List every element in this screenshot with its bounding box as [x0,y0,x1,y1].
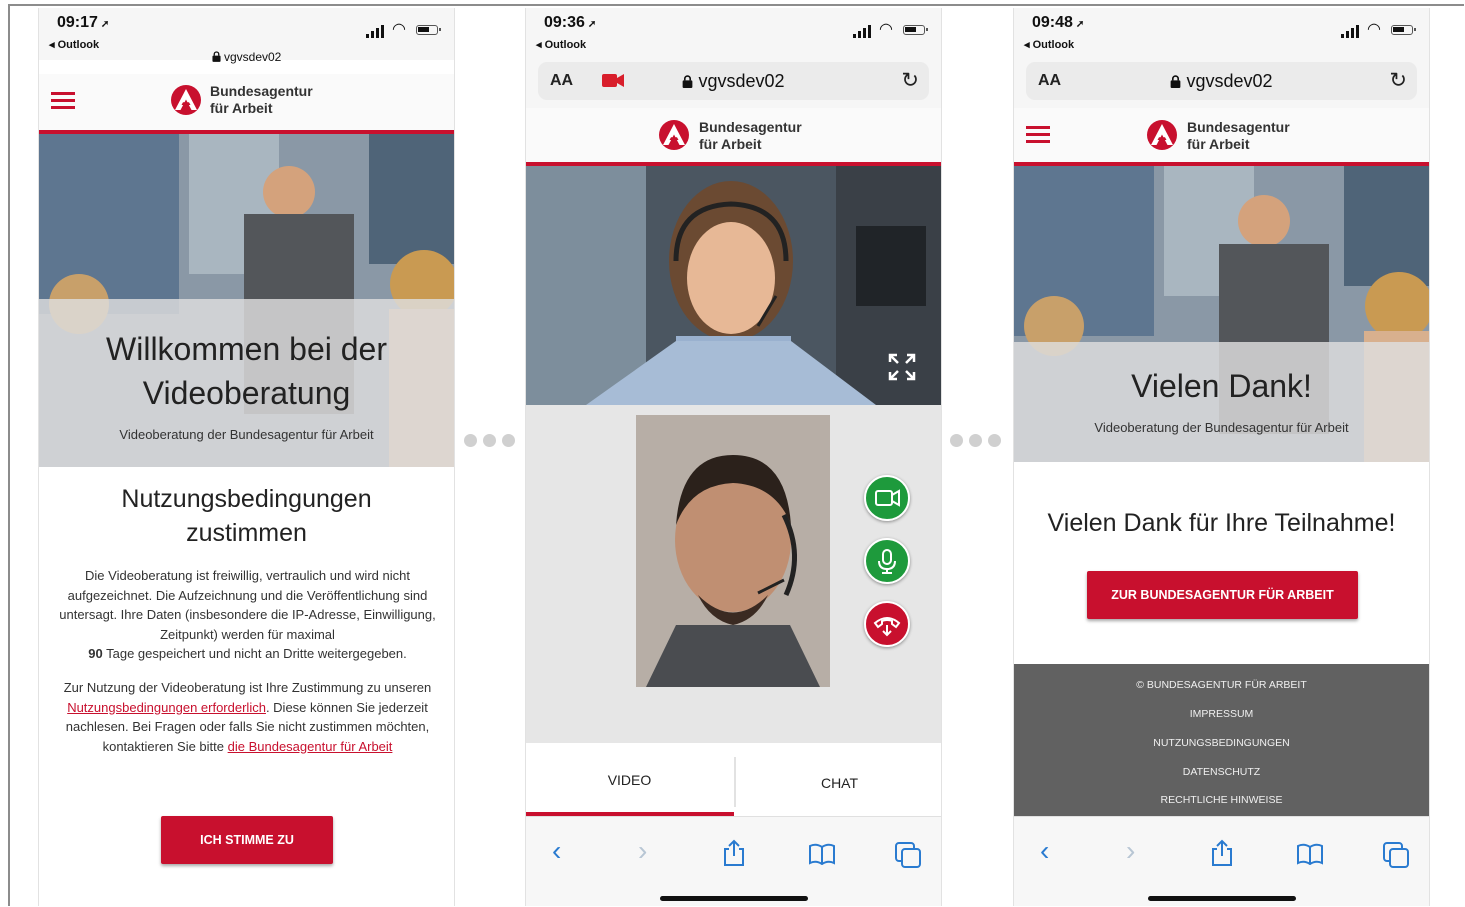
call-tabs: VIDEO CHAT [526,743,941,817]
site-header: Bundesagentur für Arbeit [1014,108,1429,166]
hero-banner: Vielen Dank! Videoberatung der Bundesage… [1014,166,1429,462]
phone-video-call-screen: 09:36 ➚ ◂ Outlook ◠ AA vgvsdev02 ↻ Bunde… [525,8,942,906]
tabs-icon[interactable] [894,841,922,869]
browser-toolbar: ‹ › [1014,816,1429,906]
status-bar: 09:48 ➚ ◂ Outlook ◠ AA vgvsdev02 ↻ [1014,8,1429,108]
hero-title: Willkommen bei der Videoberatung [106,331,387,411]
browser-toolbar: ‹ › [526,816,941,906]
system-icons: ◠ [853,21,928,40]
phone-terms-screen: 09:17 ➚ ◂ Outlook ◠ vgvsdev02 Bundesagent… [38,8,455,906]
hang-up-button[interactable] [864,601,910,647]
system-icons: ◠ [366,21,441,40]
reload-icon[interactable]: ↻ [1389,68,1407,93]
privacy-paragraph: Die Videoberatung ist freiwillig, vertra… [59,568,436,661]
url-text: vgvsdev02 [223,50,282,64]
signal-icon [1341,34,1344,38]
phone-thank-you-screen: 09:48 ➚ ◂ Outlook ◠ AA vgvsdev02 ↻ Bundes… [1013,8,1430,906]
ba-logo-icon[interactable] [1146,119,1178,151]
footer-link-privacy[interactable]: DATENSCHUTZ [1014,766,1429,778]
hamburger-menu-icon[interactable] [51,92,75,110]
address-bar[interactable]: AA vgvsdev02 ↻ [1026,62,1417,100]
site-header: Bundesagentur für Arbeit [526,108,941,166]
hero-banner: Willkommen bei der Videoberatung Videobe… [39,134,454,467]
step-separator-dots [950,434,1002,450]
forward-icon[interactable]: › [1126,835,1135,867]
hero-subtitle: Videoberatung der Bundesagentur für Arbe… [119,427,374,442]
footer-link-terms[interactable]: NUTZUNGSBEDINGUNGEN [1014,737,1429,749]
hero-subtitle: Videoberatung der Bundesagentur für Arbe… [1094,420,1349,435]
signal-icon [853,34,856,38]
hero-title: Vielen Dank! [1131,368,1312,404]
terms-link[interactable]: Nutzungsbedingungen erforderlich [67,700,266,715]
video-camera-icon [875,489,900,507]
wifi-icon: ◠ [1367,21,1381,38]
address-bar[interactable]: vgvsdev02 [39,50,454,64]
footer-link-legal[interactable]: RECHTLICHE HINWEISE [1014,794,1429,806]
status-time: 09:36 ➚ [544,14,597,31]
terms-heading: Nutzungsbedingungen zustimmen [121,485,372,547]
signal-icon [366,34,369,38]
back-to-app-link[interactable]: ◂ Outlook [1024,38,1074,51]
go-to-agency-button[interactable]: ZUR BUNDESAGENTUR FÜR ARBEIT [1087,571,1358,619]
fullscreen-icon[interactable] [887,352,917,382]
lock-icon [212,51,221,62]
url-field: vgvsdev02 [538,71,929,92]
hamburger-menu-icon[interactable] [1026,126,1050,144]
back-icon[interactable]: ‹ [552,835,561,867]
site-logo-text[interactable]: Bundesagentur für Arbeit [1187,119,1290,153]
battery-icon [1391,25,1416,35]
tabs-icon[interactable] [1382,841,1410,869]
status-time: 09:17 ➚ [57,14,110,31]
tab-chat[interactable]: CHAT [736,746,941,820]
thanks-message: Vielen Dank für Ihre Teilnahme! [1047,509,1396,537]
address-bar[interactable]: AA vgvsdev02 ↻ [538,62,929,100]
back-icon[interactable]: ‹ [1040,835,1049,867]
agree-button[interactable]: ICH STIMME ZU [161,816,333,864]
status-time: 09:48 ➚ [1032,14,1085,31]
bookmarks-icon[interactable] [1296,843,1324,865]
lock-icon [1170,75,1181,88]
consent-paragraph: Zur Nutzung der Videoberatung ist Ihre Z… [63,680,432,754]
wifi-icon: ◠ [879,21,893,38]
system-icons: ◠ [1341,21,1416,40]
home-indicator [1148,896,1296,901]
agency-contact-link[interactable]: die Bundesagentur für Arbeit [228,739,393,754]
wifi-icon: ◠ [392,21,406,38]
site-footer: © BUNDESAGENTUR FÜR ARBEIT IMPRESSUM NUT… [1014,664,1429,816]
site-logo-text[interactable]: Bundesagentur für Arbeit [210,83,313,117]
reload-icon[interactable]: ↻ [901,68,919,93]
lock-icon [682,75,693,88]
status-bar: 09:17 ➚ ◂ Outlook ◠ vgvsdev02 [39,8,454,64]
status-bar: 09:36 ➚ ◂ Outlook ◠ AA vgvsdev02 ↻ [526,8,941,108]
microphone-icon [878,549,896,574]
toggle-microphone-button[interactable] [864,538,910,584]
user-video-image [636,415,830,687]
battery-icon [903,25,928,35]
footer-copyright: © BUNDESAGENTUR FÜR ARBEIT [1136,679,1307,691]
remote-video-feed [526,166,941,405]
hang-up-icon [873,617,901,637]
site-logo-text[interactable]: Bundesagentur für Arbeit [699,119,802,153]
self-view-video [636,415,830,687]
battery-icon [416,25,441,35]
ba-logo-icon[interactable] [658,119,690,151]
tab-video[interactable]: VIDEO [526,743,733,817]
toggle-camera-button[interactable] [864,475,910,521]
share-icon[interactable] [1210,839,1234,867]
home-indicator [660,896,808,901]
ba-logo-icon[interactable] [170,84,202,116]
back-to-app-link[interactable]: ◂ Outlook [536,38,586,51]
url-field: vgvsdev02 [1026,71,1417,92]
footer-link-imprint[interactable]: IMPRESSUM [1014,708,1429,720]
step-separator-dots [464,434,516,450]
advisor-video-image [526,166,941,405]
forward-icon[interactable]: › [638,835,647,867]
share-icon[interactable] [722,839,746,867]
site-header: Bundesagentur für Arbeit [39,74,454,134]
local-video-area [526,405,941,743]
bookmarks-icon[interactable] [808,843,836,865]
